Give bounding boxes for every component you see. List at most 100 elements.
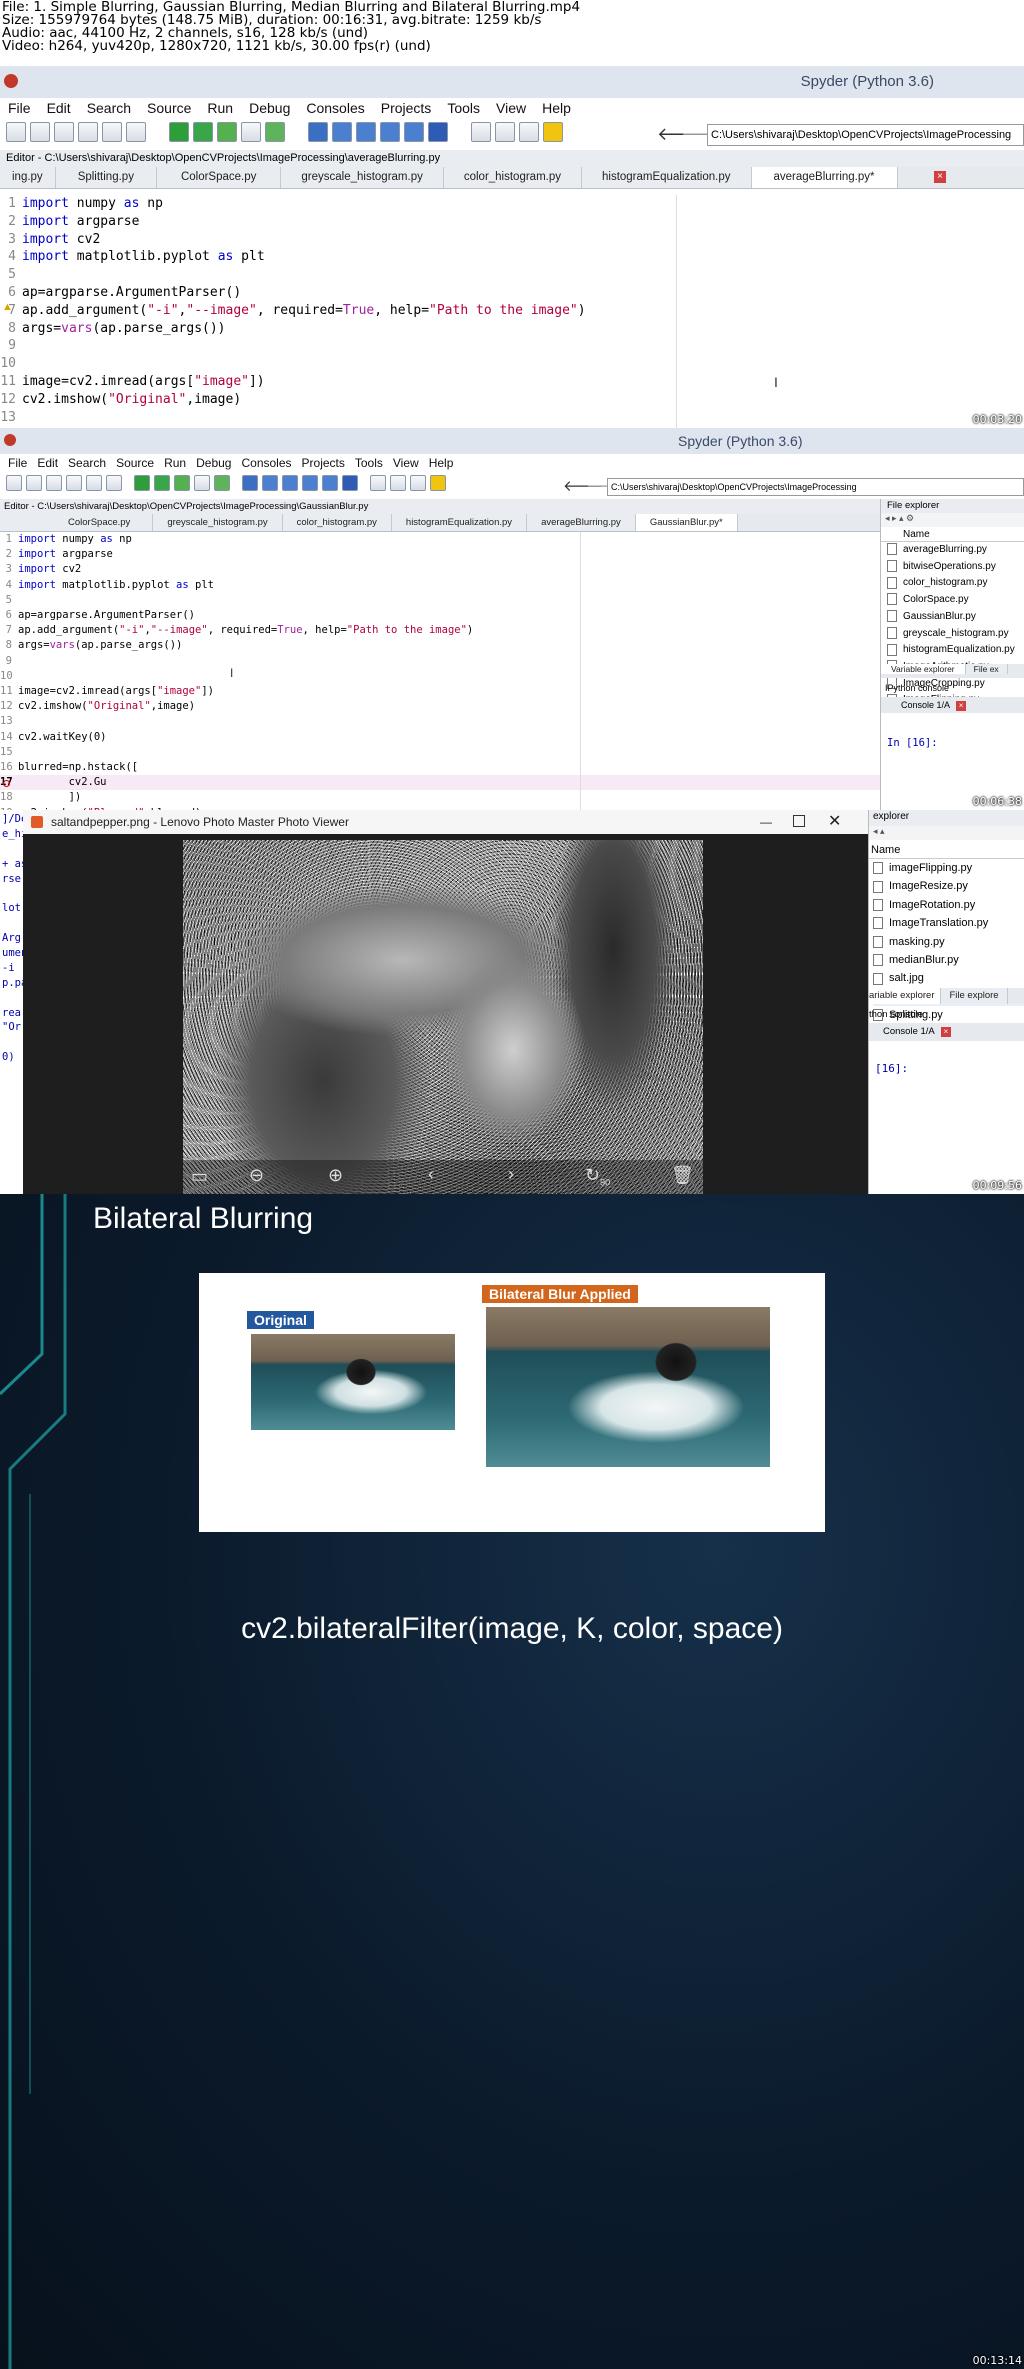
menu-run[interactable]: Run — [164, 456, 186, 470]
code-line[interactable]: 2 import argparse — [0, 547, 880, 562]
rerun-icon[interactable] — [214, 475, 230, 491]
tab-file-explorer[interactable]: File explore — [941, 988, 1008, 1004]
file-item[interactable]: salt.jpg — [873, 969, 1024, 987]
tab-variable-explorer[interactable]: Variable explorer — [881, 664, 966, 674]
fullscreen-icon[interactable] — [494, 122, 515, 142]
menu-consoles[interactable]: Consoles — [306, 100, 364, 116]
continue-icon[interactable] — [403, 122, 424, 142]
code-line[interactable]: 3 import cv2 — [0, 562, 880, 577]
save-icon[interactable] — [54, 122, 74, 142]
file-item[interactable]: bitwiseOperations.py — [887, 559, 1024, 576]
code-line[interactable]: 9 — [0, 337, 1024, 355]
file-item[interactable]: ImageResize.py — [873, 877, 1024, 895]
tab-histogram-equalization[interactable]: histogramEqualization.py — [582, 167, 752, 188]
menu-source[interactable]: Source — [147, 100, 191, 116]
menu-search[interactable]: Search — [68, 456, 106, 470]
close-window-icon[interactable]: ✕ — [828, 810, 841, 834]
code-line[interactable]: 10 — [0, 669, 880, 684]
continue-icon[interactable] — [322, 475, 338, 491]
save-icon[interactable] — [46, 475, 62, 491]
code-line[interactable]: 12 cv2.imshow("Original",image) — [0, 699, 880, 714]
python-path-icon[interactable] — [430, 475, 446, 491]
tab-ing[interactable]: ing.py — [0, 167, 56, 188]
code-line[interactable]: 15 — [0, 745, 880, 760]
delete-icon[interactable]: 🗑 — [671, 1165, 694, 1186]
code-line[interactable]: 17 cv2.Gu — [0, 775, 880, 791]
menu-view[interactable]: View — [496, 100, 526, 116]
file-item[interactable]: histogramEqualization.py — [887, 642, 1024, 659]
menu-search[interactable]: Search — [87, 100, 131, 116]
code-line[interactable]: 11 image=cv2.imread(args["image"]) — [0, 684, 880, 699]
step-return-icon[interactable] — [302, 475, 318, 491]
run-icon[interactable] — [134, 475, 150, 491]
step-return-icon[interactable] — [379, 122, 400, 142]
menu-edit[interactable]: Edit — [47, 100, 71, 116]
file-item[interactable]: medianBlur.py — [873, 951, 1024, 969]
run-cell-advance-icon[interactable] — [216, 122, 237, 142]
tab-greyscale-histogram[interactable]: greyscale_histogram.py — [153, 514, 283, 531]
file-item[interactable]: ImageTranslation.py — [873, 914, 1024, 932]
zoom-in-icon[interactable]: ⊕ — [328, 1165, 343, 1186]
tab-colorspace[interactable]: ColorSpace.py — [0, 514, 154, 531]
code-line[interactable]: 9 — [0, 654, 880, 669]
code-editor[interactable]: 1 import numpy as np 2 import argparse 3 impo… — [0, 532, 880, 810]
code-editor[interactable]: 1 import numpy as np 2 import argparse 3 impo… — [0, 195, 1024, 428]
menu-debug[interactable]: Debug — [196, 456, 231, 470]
rerun-icon[interactable] — [264, 122, 285, 142]
tab-color-histogram[interactable]: color_histogram.py — [282, 514, 392, 531]
code-line[interactable]: 7 ap.add_argument("-i","--image", require… — [0, 302, 1024, 320]
code-line[interactable]: 11 image=cv2.imread(args["image"]) — [0, 373, 1024, 391]
tab-color-histogram[interactable]: color_histogram.py — [443, 167, 582, 188]
console-tab-label[interactable]: Console 1/A — [883, 1026, 934, 1037]
close-tab-icon[interactable]: × — [934, 171, 946, 183]
step-into-icon[interactable] — [282, 475, 298, 491]
tab-colorspace[interactable]: ColorSpace.py — [156, 167, 282, 188]
tab-greyscale-histogram[interactable]: greyscale_histogram.py — [281, 167, 444, 188]
run-selection-icon[interactable] — [240, 122, 261, 142]
at-icon[interactable] — [126, 122, 146, 142]
tab-splitting[interactable]: Splitting.py — [55, 167, 157, 188]
preferences-icon[interactable] — [410, 475, 426, 491]
code-line[interactable]: 1 import numpy as np — [0, 195, 1024, 213]
code-line[interactable]: 4 import matplotlib.pyplot as plt — [0, 248, 1024, 266]
path-field[interactable]: C:\Users\shivaraj\Desktop\OpenCVProjects… — [607, 478, 1024, 496]
menu-help[interactable]: Help — [542, 100, 571, 116]
file-item[interactable]: averageBlurring.py — [887, 542, 1024, 559]
list-icon[interactable] — [102, 122, 122, 142]
code-line[interactable]: 13 — [0, 714, 880, 729]
code-line[interactable]: 13 — [0, 409, 1024, 427]
code-line[interactable]: 8 args=vars(ap.parse_args()) — [0, 320, 1024, 338]
menu-projects[interactable]: Projects — [381, 100, 432, 116]
code-line[interactable]: 5 — [0, 266, 1024, 284]
menu-tools[interactable]: Tools — [355, 456, 383, 470]
new-file-icon[interactable] — [6, 122, 26, 142]
menu-debug[interactable]: Debug — [249, 100, 290, 116]
python-path-icon[interactable] — [542, 122, 563, 142]
maximize-pane-icon[interactable] — [370, 475, 386, 491]
maximize-icon[interactable] — [793, 815, 805, 827]
debug-icon[interactable] — [242, 475, 258, 491]
menu-file[interactable]: File — [8, 456, 27, 470]
run-selection-icon[interactable] — [194, 475, 210, 491]
code-line[interactable]: 5 — [0, 593, 880, 608]
menu-file[interactable]: File — [8, 100, 31, 116]
menu-edit[interactable]: Edit — [37, 456, 58, 470]
at-icon[interactable] — [106, 475, 122, 491]
tab-average-blurring[interactable]: averageBlurring.py* — [751, 167, 898, 188]
preferences-icon[interactable] — [518, 122, 539, 142]
next-icon[interactable]: › — [508, 1164, 514, 1185]
maximize-pane-icon[interactable] — [470, 122, 491, 142]
code-line[interactable]: 10 — [0, 355, 1024, 373]
menu-view[interactable]: View — [393, 456, 419, 470]
tab-file-explorer[interactable]: File ex — [965, 664, 1008, 674]
run-cell-icon[interactable] — [192, 122, 213, 142]
file-item[interactable]: GaussianBlur.py — [887, 609, 1024, 626]
tab-variable-explorer[interactable]: ariable explorer — [869, 988, 942, 1004]
file-icon[interactable]: ▭ — [191, 1166, 208, 1187]
menu-source[interactable]: Source — [116, 456, 154, 470]
list-icon[interactable] — [86, 475, 102, 491]
code-line[interactable]: 14 cv2.waitKey(0) — [0, 730, 880, 745]
menu-consoles[interactable]: Consoles — [241, 456, 291, 470]
file-item[interactable]: masking.py — [873, 933, 1024, 951]
console-body[interactable]: [16]: — [869, 1041, 1024, 1194]
